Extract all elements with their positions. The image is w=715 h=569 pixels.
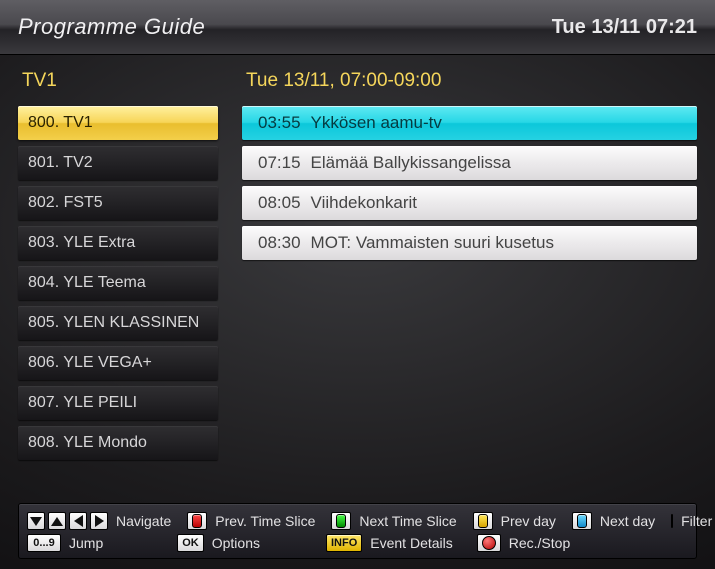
programme-item[interactable]: 07:15 Elämää Ballykissangelissa xyxy=(242,146,697,180)
channel-item[interactable]: 806. YLE VEGA+ xyxy=(18,346,218,380)
channel-item[interactable]: 803. YLE Extra xyxy=(18,226,218,260)
hint-navigate: Navigate xyxy=(116,513,171,529)
page-title: Programme Guide xyxy=(18,14,205,40)
green-key-icon xyxy=(331,512,351,530)
hint-next-slice: Next Time Slice xyxy=(359,513,456,529)
hint-filter: Filter xyxy=(681,513,712,529)
footer-row-2: 0...9 Jump OK Options INFO Event Details… xyxy=(27,534,688,552)
channel-item[interactable]: 805. YLEN KLASSINEN xyxy=(18,306,218,340)
header-bar: Programme Guide Tue 13/11 07:21 xyxy=(0,0,715,54)
hint-prev-slice-label: Prev. Time Slice xyxy=(215,513,315,529)
hint-jump: Jump xyxy=(69,535,103,551)
navigate-keys-icon xyxy=(27,512,108,530)
programme-time: 03:55 xyxy=(258,113,301,133)
channel-column-header: TV1 xyxy=(22,70,218,92)
channel-column: TV1 800. TV1 801. TV2 802. FST5 803. YLE Ex… xyxy=(18,70,218,499)
programme-column: Tue 13/11, 07:00-09:00 03:55 Ykkösen aamu… xyxy=(242,70,697,499)
hint-prev-day-label: Prev day xyxy=(501,513,556,529)
hint-options-label: Options xyxy=(212,535,260,551)
epg-screen: Programme Guide Tue 13/11 07:21 TV1 800.… xyxy=(0,0,715,569)
channel-item[interactable]: 801. TV2 xyxy=(18,146,218,180)
footer-hints: Navigate Prev. Time Slice Next Time Slic… xyxy=(18,503,697,559)
hint-next-day: Next day xyxy=(600,513,655,529)
programme-time: 08:05 xyxy=(258,193,301,213)
ok-key-icon: OK xyxy=(177,534,204,552)
channel-item[interactable]: 807. YLE PEILI xyxy=(18,386,218,420)
channel-list[interactable]: 800. TV1 801. TV2 802. FST5 803. YLE Extra 8… xyxy=(18,106,218,460)
hint-event-details: Event Details xyxy=(370,535,452,551)
clock: Tue 13/11 07:21 xyxy=(552,16,697,39)
filter-icon xyxy=(671,514,673,528)
channel-item[interactable]: 808. YLE Mondo xyxy=(18,426,218,460)
programme-title: MOT: Vammaisten suuri kusetus xyxy=(311,233,554,253)
programme-item[interactable]: 08:30 MOT: Vammaisten suuri kusetus xyxy=(242,226,697,260)
hint-rec-stop-label: Rec./Stop xyxy=(509,535,570,551)
blue-key-icon xyxy=(572,512,592,530)
programme-time: 08:30 xyxy=(258,233,301,253)
programme-title: Ykkösen aamu-tv xyxy=(311,113,442,133)
hint-navigate-label: Navigate xyxy=(116,513,171,529)
hint-options: Options xyxy=(212,535,260,551)
info-key-icon: INFO xyxy=(326,534,362,552)
footer-row-1: Navigate Prev. Time Slice Next Time Slic… xyxy=(27,512,688,530)
yellow-key-icon xyxy=(473,512,493,530)
hint-rec-stop: Rec./Stop xyxy=(509,535,570,551)
hint-next-slice-label: Next Time Slice xyxy=(359,513,456,529)
programme-time: 07:15 xyxy=(258,153,301,173)
red-key-icon xyxy=(187,512,207,530)
channel-item[interactable]: 802. FST5 xyxy=(18,186,218,220)
hint-filter-label: Filter xyxy=(681,513,712,529)
channel-item[interactable]: 800. TV1 xyxy=(18,106,218,140)
channel-item[interactable]: 804. YLE Teema xyxy=(18,266,218,300)
hint-prev-day: Prev day xyxy=(501,513,556,529)
hint-prev-slice: Prev. Time Slice xyxy=(215,513,315,529)
numeric-key-icon: 0...9 xyxy=(27,534,61,552)
timeslot-header: Tue 13/11, 07:00-09:00 xyxy=(246,70,697,92)
content-area: TV1 800. TV1 801. TV2 802. FST5 803. YLE Ex… xyxy=(18,70,697,499)
programme-item[interactable]: 08:05 Viihdekonkarit xyxy=(242,186,697,220)
hint-event-details-label: Event Details xyxy=(370,535,452,551)
hint-next-day-label: Next day xyxy=(600,513,655,529)
programme-item[interactable]: 03:55 Ykkösen aamu-tv xyxy=(242,106,697,140)
programme-title: Viihdekonkarit xyxy=(311,193,417,213)
programme-list[interactable]: 03:55 Ykkösen aamu-tv 07:15 Elämää Ballykis… xyxy=(242,106,697,260)
programme-title: Elämää Ballykissangelissa xyxy=(311,153,511,173)
record-key-icon xyxy=(477,534,501,552)
hint-jump-label: Jump xyxy=(69,535,103,551)
